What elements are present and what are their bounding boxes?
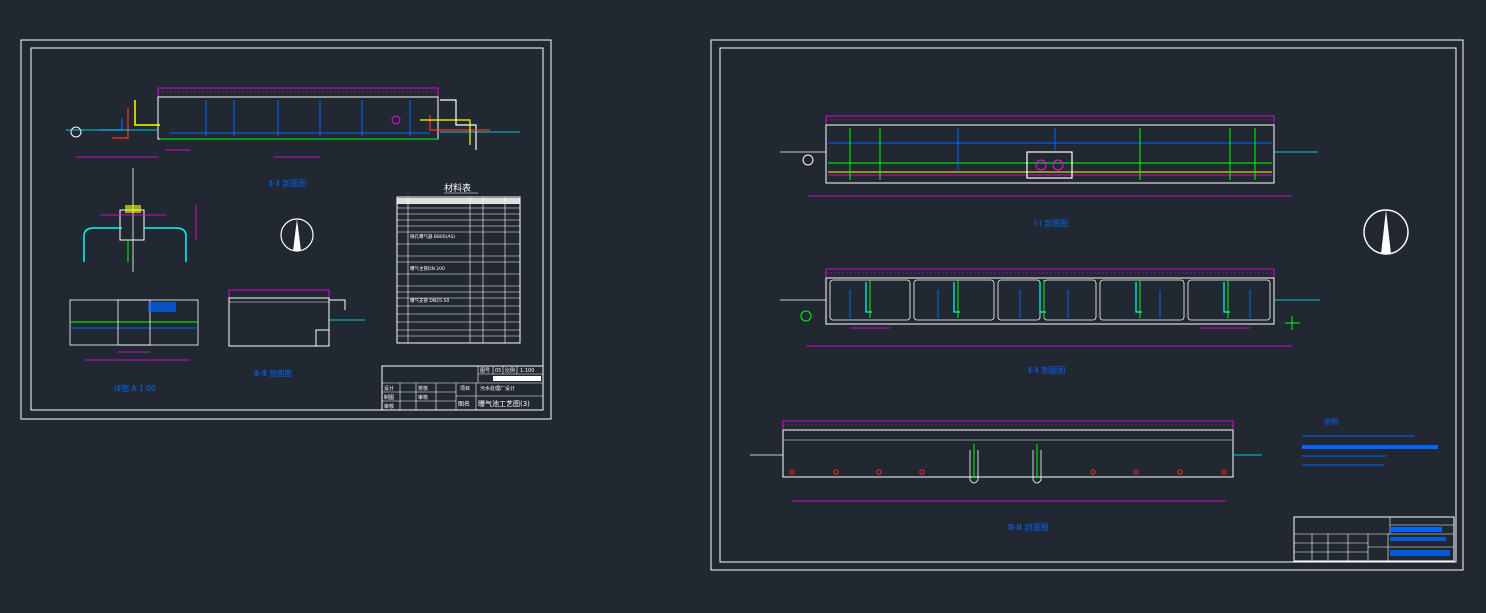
title-block-scale-label: 比例	[505, 367, 515, 374]
right-sheet-outer-frame	[710, 39, 1464, 571]
right-drawing-sheet[interactable]: Ⅰ-Ⅰ 剖面图 Ⅱ-Ⅱ 剖面图 Ⅲ-Ⅲ 剖面图 说明	[710, 39, 1464, 571]
left-detail-label: 详图 A 1:00	[114, 383, 156, 393]
title-block-project-label: 项目	[460, 386, 470, 392]
left-top-section	[66, 87, 520, 158]
left-title-block: 图号 05 比例 1:100 设计 制图 审核 校核 审核 项目 污水处理厂设计…	[381, 365, 544, 411]
right-section-label-1: Ⅰ-Ⅰ 剖面图	[1034, 218, 1068, 228]
left-north-arrow-icon	[280, 218, 314, 252]
material-row-1: 微孔曝气器 B800(AS)	[410, 233, 455, 240]
right-section-2	[780, 268, 1320, 347]
title-block-scale: 1:100	[520, 368, 534, 374]
left-sheet-inner-frame	[30, 47, 544, 411]
right-section-3	[750, 420, 1262, 502]
title-block-checker: 审核	[384, 403, 394, 410]
title-block-name: 曝气池工艺图(3)	[478, 399, 530, 408]
title-block-drawing-no: 05	[495, 368, 501, 374]
material-row-3: 曝气支管 DN25-50	[410, 297, 449, 304]
left-detail-drawing	[83, 168, 197, 272]
right-section-label-3: Ⅲ-Ⅲ 剖面图	[1008, 522, 1048, 532]
title-block-designer: 设计	[384, 385, 394, 392]
title-block-drafter: 制图	[384, 394, 394, 401]
left-lower-plan	[69, 299, 199, 361]
right-section-1	[780, 115, 1318, 197]
title-block-project: 污水处理厂设计	[480, 385, 515, 392]
material-table: 材料表 微孔曝气器 B800(AS) 曝气主管DN 200 曝气支管 DN25-…	[396, 182, 521, 344]
title-block-school: 校核	[418, 385, 428, 392]
left-section-label-3: Ⅲ-Ⅲ 剖面图	[254, 368, 292, 378]
material-table-title: 材料表	[444, 182, 471, 194]
title-block-review: 审核	[418, 394, 428, 401]
left-section-label-1: Ⅱ-Ⅱ 剖面图	[269, 178, 306, 188]
right-title-block	[1293, 516, 1455, 562]
title-block-name-label: 图名	[458, 400, 470, 408]
cad-canvas[interactable]: Ⅱ-Ⅱ 剖面图 材料表 微孔曝气器 B800(AS) 曝气主管DN 200 曝气…	[0, 0, 1486, 613]
material-row-2: 曝气主管DN 200	[410, 265, 445, 272]
right-notes-title: 说明	[1324, 417, 1338, 426]
right-notes: 说明	[1302, 417, 1438, 466]
left-drawing-sheet[interactable]: Ⅱ-Ⅱ 剖面图 材料表 微孔曝气器 B800(AS) 曝气主管DN 200 曝气…	[20, 39, 552, 420]
left-lower-section	[228, 289, 365, 347]
title-block-drawing-no-label: 图号	[480, 368, 490, 374]
right-section-label-2: Ⅱ-Ⅱ 剖面图	[1028, 365, 1065, 375]
right-north-arrow-icon	[1363, 209, 1409, 255]
